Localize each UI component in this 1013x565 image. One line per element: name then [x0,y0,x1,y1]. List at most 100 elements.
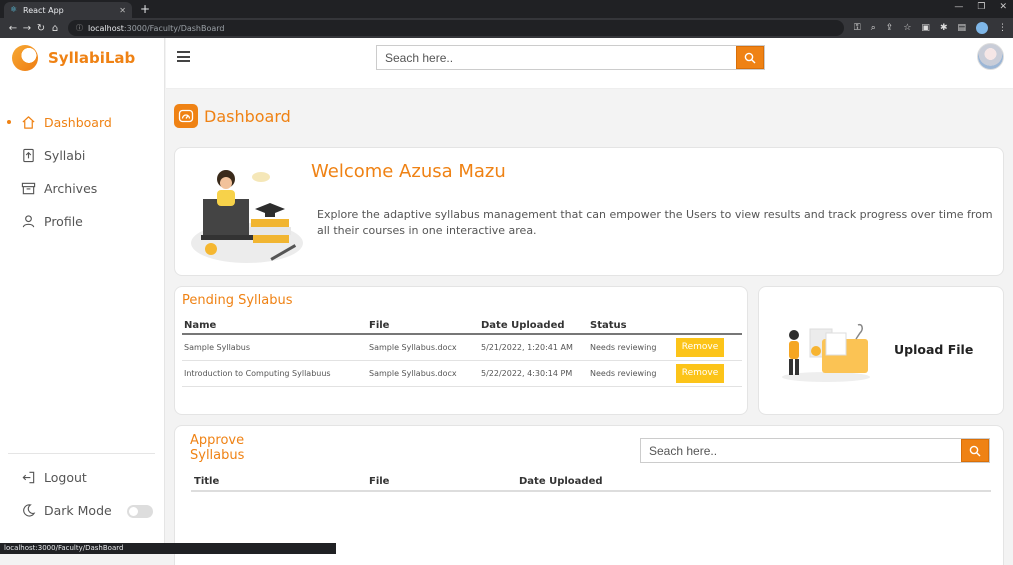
cell-date: 5/22/2022, 4:30:14 PM [479,360,588,387]
archive-icon [20,181,36,197]
more-icon[interactable]: ⋮ [998,23,1007,33]
maximize-icon[interactable]: ❐ [977,2,985,12]
approve-syllabus-table: Title File Date Uploaded [191,473,991,492]
tab-title: React App [23,5,64,15]
table-row: Sample Syllabus Sample Syllabus.docx 5/2… [182,334,742,361]
cell-date: 5/21/2022, 1:20:41 AM [479,334,588,361]
table-row: Introduction to Computing Syllabuus Samp… [182,360,742,387]
cell-name: Introduction to Computing Syllabuus [182,360,367,387]
remove-button[interactable]: Remove [676,363,724,383]
dark-mode-toggle[interactable] [127,505,153,518]
puzzle-icon[interactable]: ✱ [940,23,948,33]
active-indicator [7,120,11,124]
user-icon [20,214,36,230]
approve-syllabus-title: Approve Syllabus [190,433,245,463]
sidebar-item-profile[interactable]: Profile [0,205,165,238]
home-browser-icon[interactable]: ⌂ [48,23,62,34]
new-tab-button[interactable]: + [140,2,150,18]
close-tab-icon[interactable]: ✕ [119,6,126,15]
column-header: Date Uploaded [479,318,588,335]
extension-icon[interactable]: ▣ [921,23,930,33]
dashboard-gauge-icon [174,104,198,128]
cell-action: Remove [674,334,742,361]
welcome-card: Welcome Azusa Mazu Explore the adaptive … [174,147,1004,276]
minimize-icon[interactable]: — [954,2,963,12]
top-search [376,45,765,70]
info-icon[interactable]: ⓘ [76,23,83,33]
column-header: File [366,473,516,492]
column-header: Date Uploaded [516,473,991,492]
column-header-action [674,318,742,335]
logo[interactable]: SyllabiLab [12,45,135,71]
logo-text: SyllabiLab [48,49,136,67]
search-input[interactable] [377,46,736,69]
cell-file[interactable]: Sample Syllabus.docx [367,334,479,361]
user-avatar[interactable] [977,43,1004,70]
pending-syllabus-card: Pending Syllabus Name File Date Uploaded… [174,286,748,415]
cell-action: Remove [674,360,742,387]
sidebar-item-dashboard[interactable]: Dashboard [0,106,165,139]
browser-profile-avatar[interactable] [976,22,988,34]
dark-mode-row: Dark Mode [0,494,165,527]
react-icon: ⚛ [10,5,18,14]
logout-label: Logout [44,470,87,485]
approve-search-input[interactable] [641,439,961,462]
sidebar-divider [8,453,155,454]
search-icon [969,445,981,456]
logout-icon [20,470,36,486]
cell-name: Sample Syllabus [182,334,367,361]
cell-file[interactable]: Sample Syllabus.docx [367,360,479,387]
hamburger-menu-icon[interactable] [177,51,190,62]
close-window-icon[interactable]: ✕ [999,2,1007,12]
column-header: File [367,318,479,335]
welcome-description: Explore the adaptive syllabus management… [317,208,993,237]
cell-status: Needs reviewing [588,334,674,361]
back-icon[interactable]: ← [6,23,20,34]
sidebar-item-label: Dashboard [44,115,112,130]
url-host: localhost [88,23,124,33]
star-icon[interactable]: ☆ [903,23,911,33]
pending-syllabus-table: Name File Date Uploaded Status Sample Sy… [182,318,742,387]
key-icon[interactable]: ⚿ [854,23,861,33]
dark-mode-label: Dark Mode [44,503,112,518]
column-header: Status [588,318,674,335]
sidebar-item-label: Profile [44,214,83,229]
sidebar: SyllabiLab Dashboard Syllabi Archives Pr… [0,38,165,554]
toggle-knob [129,507,138,516]
home-icon [20,115,36,131]
approve-search-button[interactable] [961,439,989,462]
sidebar-item-syllabi[interactable]: Syllabi [0,139,165,172]
address-bar: ← → ↻ ⌂ ⓘ localhost:3000/Faculty/DashBoa… [0,18,1013,38]
upload-illustration [782,323,870,382]
sidepanel-icon[interactable]: ▤ [957,23,966,33]
browser-tab-bar: ⚛ React App ✕ + — ❐ ✕ [0,0,1013,18]
pending-syllabus-title: Pending Syllabus [182,293,293,308]
top-bar [166,38,1013,89]
column-header: Title [191,473,366,492]
welcome-illustration [191,170,303,263]
logo-icon [12,45,38,71]
main-content: Dashboard Welcome Azusa Mazu Explore the… [166,90,1013,565]
upload-file-icon [20,148,36,164]
remove-button[interactable]: Remove [676,337,724,357]
table-header-row: Title File Date Uploaded [191,473,991,492]
url-field[interactable]: ⓘ localhost:3000/Faculty/DashBoard [68,20,844,36]
sidebar-item-label: Syllabi [44,148,86,163]
browser-status-url: localhost:3000/Faculty/DashBoard [0,543,336,554]
sidebar-item-archives[interactable]: Archives [0,172,165,205]
moon-icon [20,503,36,519]
share-icon[interactable]: ⇪ [886,23,894,33]
url-path: :3000/Faculty/DashBoard [123,23,225,33]
cell-status: Needs reviewing [588,360,674,387]
page-header: Dashboard [174,104,291,128]
search-button[interactable] [736,46,764,69]
upload-file-label: Upload File [894,342,974,357]
forward-icon[interactable]: → [20,23,34,34]
upload-file-card[interactable]: Upload File [758,286,1004,415]
logout-button[interactable]: Logout [0,461,165,494]
browser-tab[interactable]: ⚛ React App ✕ [4,2,132,18]
sidebar-item-label: Archives [44,181,98,196]
sidebar-menu: Dashboard Syllabi Archives Profile [0,106,165,238]
reload-icon[interactable]: ↻ [34,23,48,34]
zoom-icon[interactable]: ⌕ [871,23,876,33]
